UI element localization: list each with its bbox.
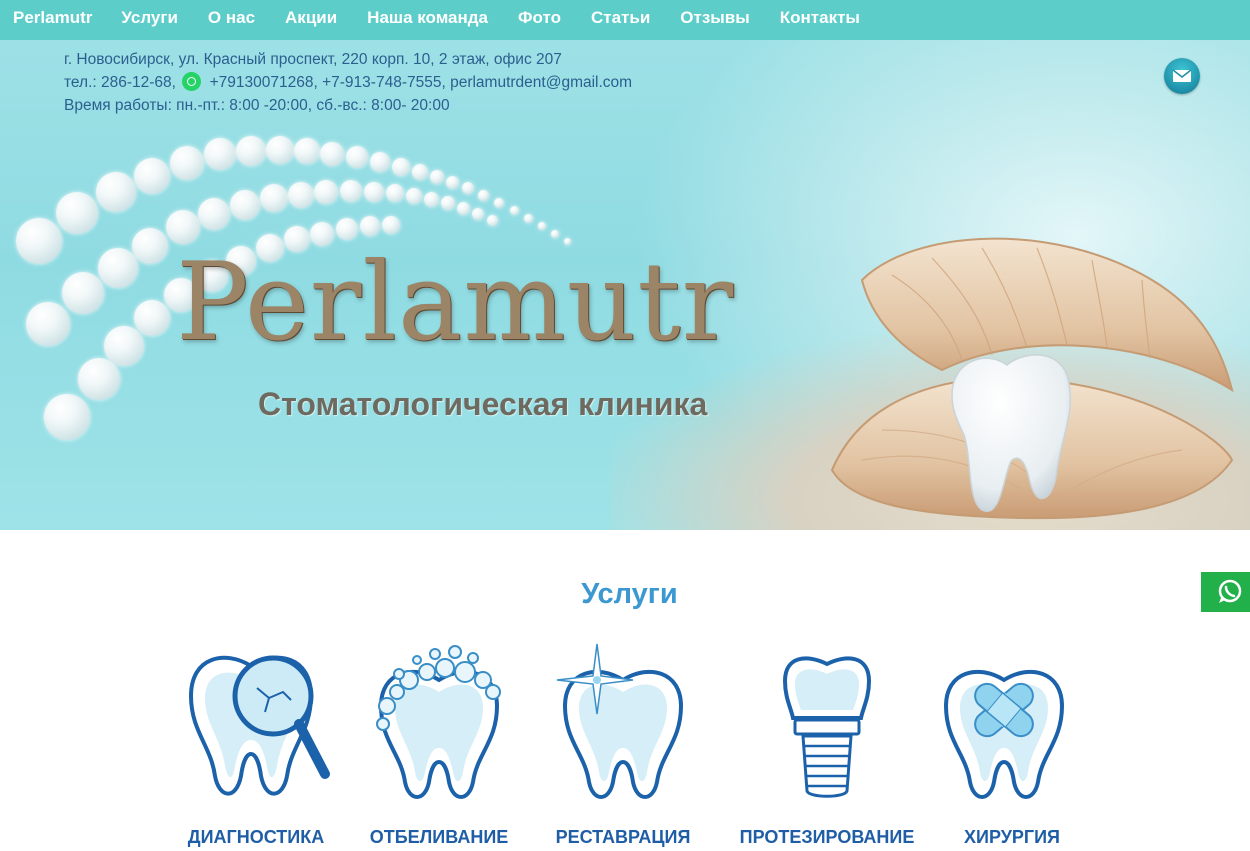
logo-perlamutr: Perlamutr [176,240,735,365]
nav-akcii[interactable]: Акции [285,0,337,38]
nav-kontakty[interactable]: Контакты [780,0,860,38]
nav-o-nas[interactable]: О нас [208,0,255,38]
nav-foto[interactable]: Фото [518,0,561,38]
tooth-bandage-icon [943,669,1065,799]
service-hirurgiya[interactable]: ХИРУРГИЯ [942,636,1082,847]
whatsapp-phone-link[interactable]: +79130071268 [210,74,314,91]
phone-line: тел.: 286-12-68, +79130071268, +7-913-74… [64,71,632,94]
service-label: РЕСТАВРАЦИЯ [555,827,691,847]
email-link[interactable]: perlamutrdent@gmail.com [450,74,632,91]
service-otbelivanie[interactable]: ОТБЕЛИВАНИЕ [369,636,509,847]
service-protezirovanie[interactable]: ПРОТЕЗИРОВАНИЕ [740,636,914,847]
tooth-bubbles-icon [376,645,501,799]
nav-uslugi[interactable]: Услуги [121,0,178,38]
working-hours: Время работы: пн.-пт.: 8:00 -20:00, сб.-… [64,97,450,114]
tooth-implant-icon [782,656,872,798]
service-label: ХИРУРГИЯ [964,827,1060,847]
nav-komanda[interactable]: Наша команда [367,0,488,38]
whatsapp-float-button[interactable] [1201,572,1250,612]
whatsapp-icon [1218,579,1242,603]
phone-extra: , +7-913-748-7555, [313,74,451,91]
service-restavraciya[interactable]: РЕСТАВРАЦИЯ [553,636,693,847]
shell-tooth-illustration [830,237,1234,520]
service-diagnostika[interactable]: ДИАГНОСТИКА [181,636,331,847]
mail-icon[interactable] [1164,58,1200,94]
nav-stati[interactable]: Статьи [591,0,650,38]
contact-info: г. Новосибирск, ул. Красный проспект, 22… [64,48,632,117]
address-text: г. Новосибирск, ул. Красный проспект, 22… [64,51,562,68]
tooth-magnifier-icon [188,655,330,796]
whatsapp-icon[interactable] [182,72,202,91]
hero-banner: г. Новосибирск, ул. Красный проспект, 22… [0,40,1250,530]
services-title: Услуги [581,578,678,610]
phone-main: тел.: 286-12-68, [64,74,176,91]
nav-brand[interactable]: Perlamutr [13,0,92,38]
tooth-sparkle-icon [556,643,684,799]
nav-otzyvy[interactable]: Отзывы [680,0,750,38]
logo-subtitle: Стоматологическая клиника [258,386,708,422]
top-nav: Perlamutr Услуги О нас Акции Наша команд… [0,0,1250,40]
